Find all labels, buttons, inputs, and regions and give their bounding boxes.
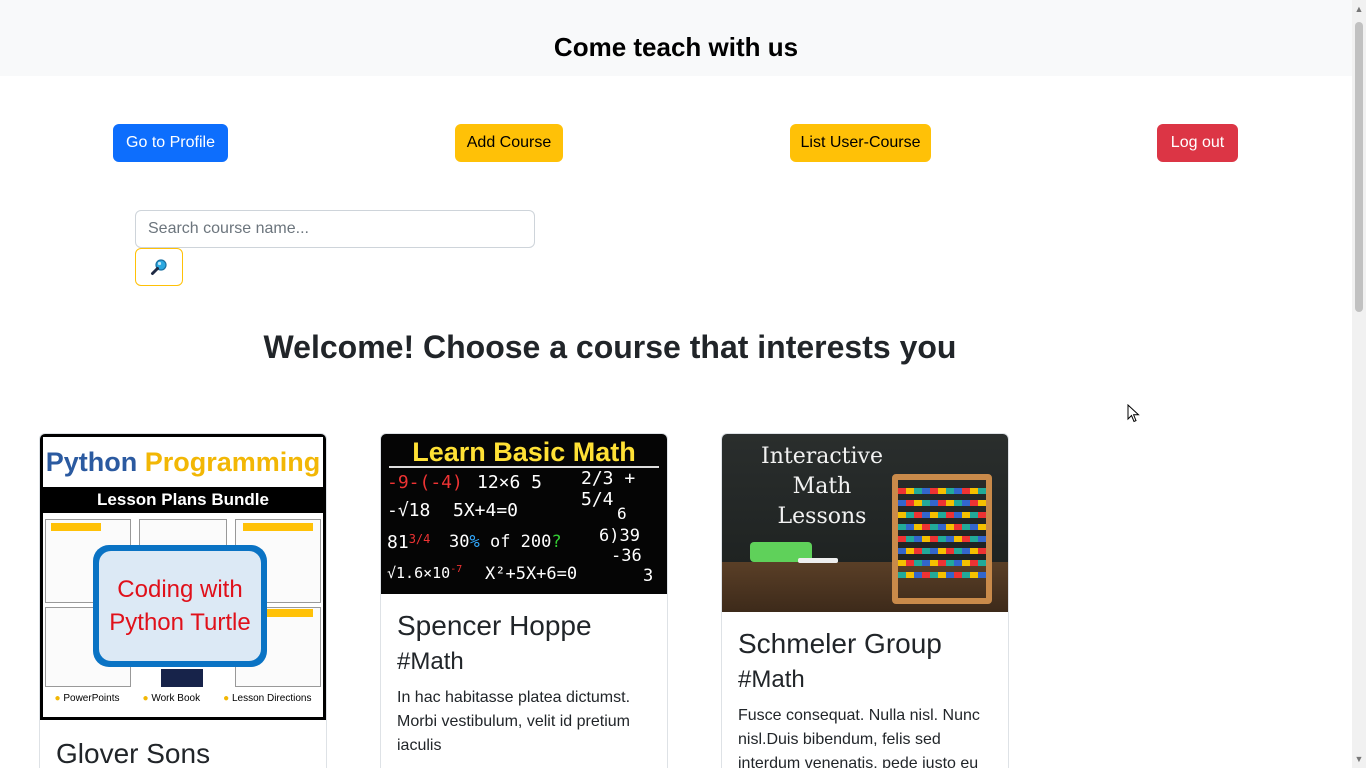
course-description: In hac habitasse platea dictumst. Morbi … [397,689,631,754]
magnifier-icon [151,259,167,275]
image-footer-label: PowerPoints [63,693,120,704]
top-bar: Come teach with us [0,0,1352,76]
course-title: Schmeler Group [738,628,942,659]
course-image: Interactive Math Lessons [722,434,1008,612]
course-title: Glover Sons [56,738,211,768]
course-image: Learn Basic Math -9-(-4) 12×6 5 2/3 + 5/… [381,434,667,594]
image-footer-label: Work Book [151,693,201,704]
image-heading: Learn Basic Math [412,437,636,467]
course-title: Spencer Hoppe [397,610,592,641]
scroll-thumb[interactable] [1355,22,1363,312]
scroll-up-arrow-icon[interactable]: ▲ [1354,4,1364,14]
image-heading-line: Interactive [761,444,883,469]
image-subheading: Lesson Plans Bundle [43,487,323,513]
go-to-profile-button[interactable]: Go to Profile [113,124,228,162]
course-card[interactable]: Python Programming Lesson Plans Bundle C… [39,433,327,768]
course-tag: #Math [738,666,805,693]
image-heading-word1: Python [45,447,138,477]
course-description: Fusce consequat. Nulla nisl. Nunc nisl.D… [738,707,980,768]
image-heading-line: Lessons [777,504,867,529]
list-user-course-button[interactable]: List User-Course [790,124,931,162]
search-input[interactable] [135,210,535,248]
image-heading-word2: Programming [144,447,321,477]
mouse-cursor-icon [1127,404,1140,423]
course-card[interactable]: Interactive Math Lessons Schmeler Group … [721,433,1009,768]
logout-button[interactable]: Log out [1157,124,1238,162]
search-button[interactable] [135,248,183,286]
welcome-heading: Welcome! Choose a course that interests … [263,329,957,365]
vertical-scrollbar[interactable]: ▲ ▼ [1352,0,1366,768]
image-footer-label: Lesson Directions [231,693,312,704]
course-image: Python Programming Lesson Plans Bundle C… [40,434,326,720]
course-tag: #Math [397,648,464,675]
image-overlay-text: Coding with Python Turtle [99,551,261,661]
page-title: Come teach with us [553,32,799,62]
scroll-down-arrow-icon[interactable]: ▼ [1354,754,1364,764]
image-heading-line: Math [792,474,852,499]
course-card[interactable]: Learn Basic Math -9-(-4) 12×6 5 2/3 + 5/… [380,433,668,768]
add-course-button[interactable]: Add Course [455,124,563,162]
